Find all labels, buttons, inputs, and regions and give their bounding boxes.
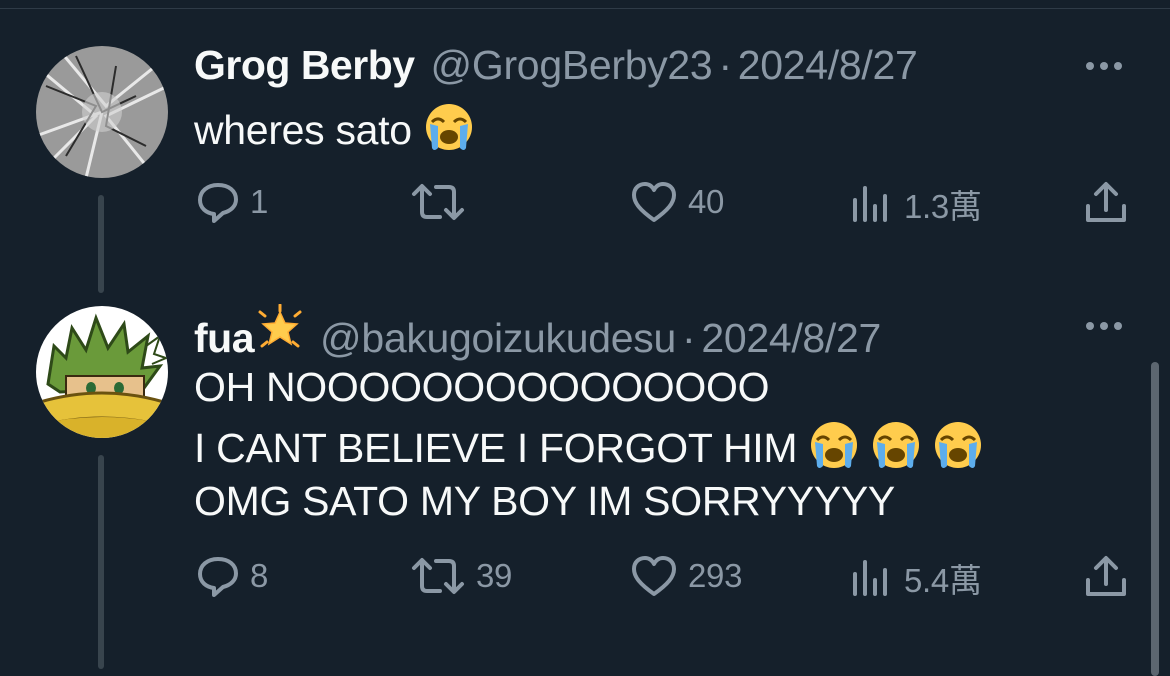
scrollbar[interactable] [1151,362,1159,676]
avatar[interactable] [36,306,168,438]
loudly-crying-face-emoji [424,102,474,152]
like-count: 293 [688,557,743,594]
retweet-icon [412,558,464,594]
tweet-text: OMG SATO MY BOY IM SORRYYYYY [194,478,895,524]
retweet-count: 39 [476,557,513,594]
tweet-actions: 1 40 1.3萬 [0,180,1170,230]
like-button[interactable]: 293 [630,554,742,598]
tweet-header: Grog Berby @GrogBerby23 · 2024/8/27 [194,42,918,89]
reply-button[interactable]: 8 [196,554,268,598]
tweet-date[interactable]: 2024/8/27 [701,315,881,362]
tweet-text-line: wheres sato [194,102,474,154]
loudly-crying-face-emoji [809,420,859,470]
loudly-crying-face-emoji [933,420,983,470]
tweet-text-line: OH NOOOOOOOOOOOOOOO [194,364,769,411]
views-button[interactable]: 5.4萬 [850,554,982,602]
separator-dot: · [718,42,732,88]
tweet-text: OH NOOOOOOOOOOOOOOO [194,364,770,410]
retweet-button[interactable] [410,180,476,224]
reply-icon [198,183,238,223]
more-icon[interactable] [1086,62,1122,70]
like-count: 40 [688,183,725,220]
display-name[interactable]: Grog Berby [194,42,415,89]
views-icon [853,186,887,222]
heart-icon [632,182,676,222]
reply-icon [198,557,238,597]
share-icon [1086,556,1126,596]
like-button[interactable]: 40 [630,180,724,224]
share-button[interactable] [1083,180,1129,226]
tweet-text-line: OMG SATO MY BOY IM SORRYYYYY [194,478,895,525]
glowing-star-emoji [258,304,302,348]
views-icon [853,560,887,596]
retweet-icon [412,184,464,220]
retweet-button[interactable]: 39 [410,554,512,598]
views-count: 5.4萬 [904,562,982,599]
share-icon [1086,182,1126,222]
reply-button[interactable]: 1 [196,180,268,224]
user-handle[interactable]: @GrogBerby23 [431,42,713,89]
top-divider [0,8,1170,9]
tweet-text: I CANT BELIEVE I FORGOT HIM [194,425,798,471]
user-handle[interactable]: @bakugoizukudesu [320,315,676,362]
loudly-crying-face-emoji [871,420,921,470]
avatar[interactable] [36,46,168,178]
reply-count: 1 [250,183,269,220]
views-button[interactable]: 1.3萬 [850,180,982,228]
tweet-actions: 8 39 293 5.4萬 [0,554,1170,604]
tweet-text: wheres sato [194,107,412,153]
heart-icon [632,556,676,596]
display-name[interactable]: fua [194,315,255,362]
separator-dot: · [681,315,696,361]
more-icon[interactable] [1086,322,1122,330]
reply-count: 8 [250,557,269,594]
views-count: 1.3萬 [904,188,982,225]
tweet-date[interactable]: 2024/8/27 [738,42,918,89]
tweet-header: fua @bakugoizukudesu · 2024/8/27 [194,304,881,362]
tweet-text-line: I CANT BELIEVE I FORGOT HIM [194,420,983,472]
share-button[interactable] [1083,554,1129,600]
